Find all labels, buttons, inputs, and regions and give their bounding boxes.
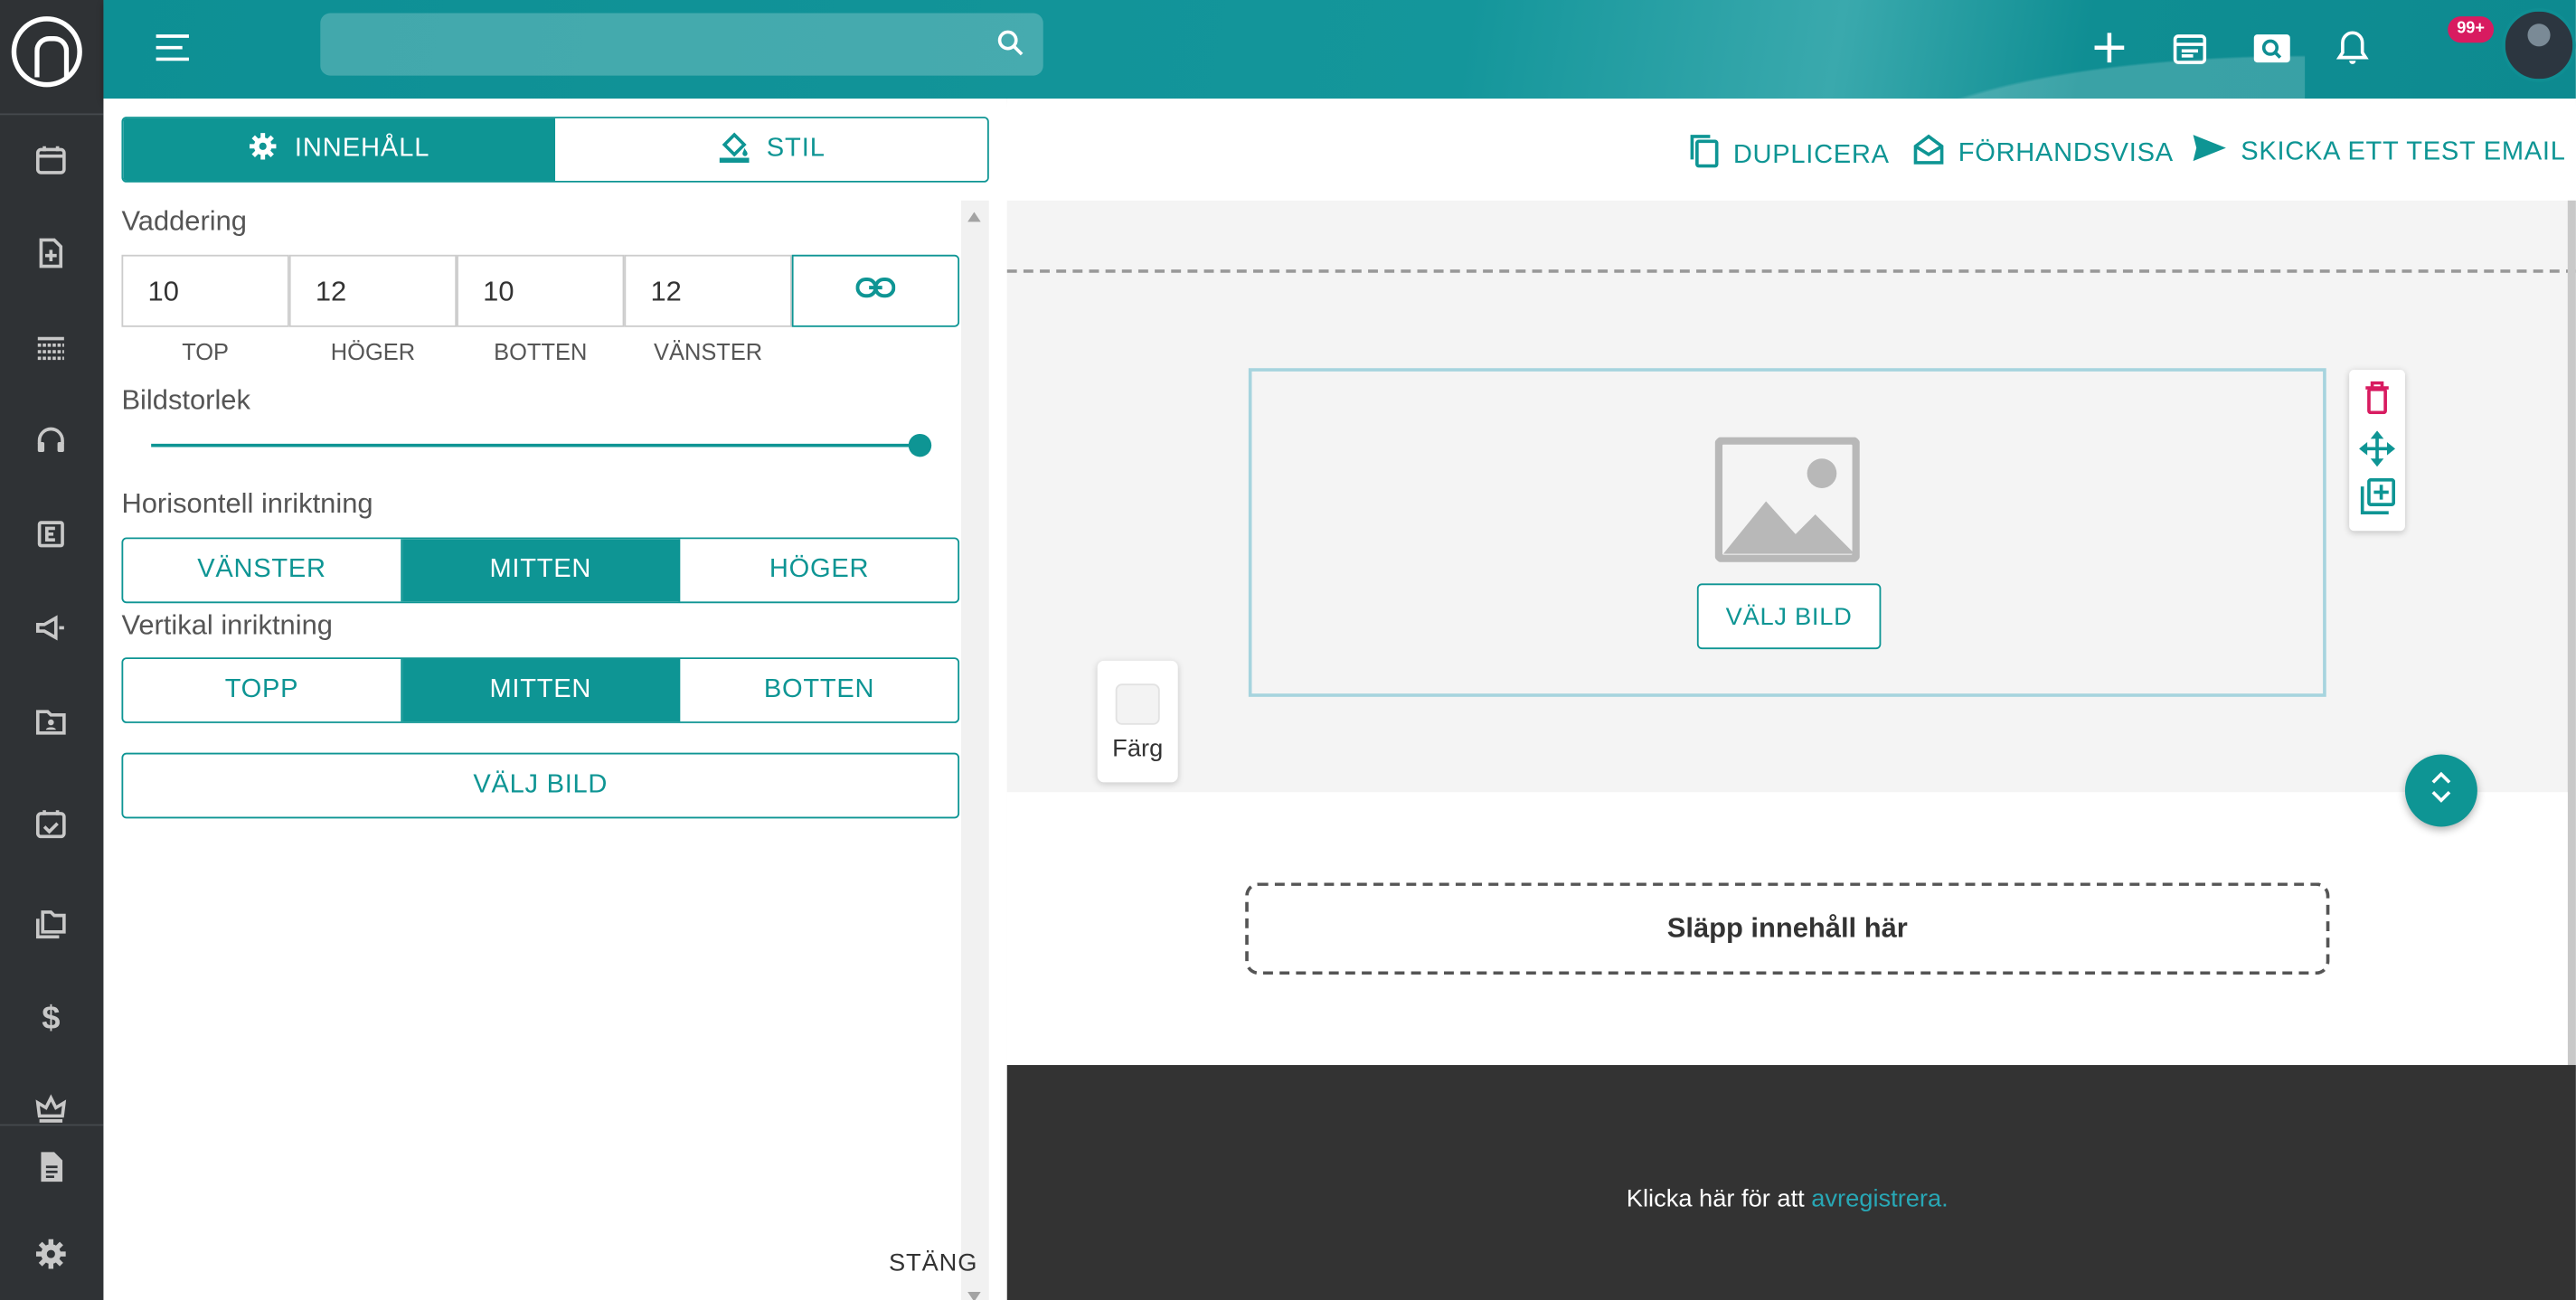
padding-left-label: VÄNSTER xyxy=(654,338,763,365)
plus-icon[interactable] xyxy=(2086,24,2132,71)
color-label: Färg xyxy=(1112,734,1164,763)
vertical-alignment-label: Vertikal inriktning xyxy=(121,609,333,642)
search-icon[interactable] xyxy=(997,30,1024,64)
add-document-icon[interactable] xyxy=(30,231,72,274)
properties-panel: INNEHÅLL STIL Vaddering 10 12 10 12 TOP … xyxy=(103,99,1007,1300)
megaphone-icon[interactable] xyxy=(30,607,72,649)
gear-icon xyxy=(249,131,278,169)
sidebar-divider xyxy=(0,113,104,116)
padding-bottom-input[interactable]: 10 xyxy=(457,254,625,327)
choose-image-button[interactable]: VÄLJ BILD xyxy=(121,752,960,819)
padding-right-input[interactable]: 12 xyxy=(288,254,458,327)
h-align-center-button[interactable]: MITTEN xyxy=(401,539,681,602)
n-logo-icon[interactable] xyxy=(11,16,82,88)
hamburger-menu-icon[interactable] xyxy=(153,28,193,68)
image-placeholder-icon xyxy=(1713,436,1861,570)
padding-right-label: HÖGER xyxy=(330,338,416,365)
send-test-label: SKICKA ETT TEST EMAIL xyxy=(2241,137,2566,165)
link-padding-button[interactable] xyxy=(791,254,960,327)
envelope-open-icon xyxy=(1912,133,1945,174)
image-block[interactable]: VÄLJ BILD xyxy=(1248,368,2326,697)
search-box-icon[interactable] xyxy=(2249,24,2295,71)
block-tools xyxy=(2349,370,2405,532)
tab-style-label: STIL xyxy=(766,135,826,163)
send-icon xyxy=(2192,133,2228,171)
padding-inputs: 10 12 10 12 xyxy=(121,254,960,327)
scroll-up-arrow-icon[interactable] xyxy=(967,212,981,222)
document-icon[interactable] xyxy=(30,1145,72,1188)
v-align-top-button[interactable]: TOPP xyxy=(123,659,402,722)
e-letter-icon[interactable] xyxy=(30,513,72,555)
link-icon xyxy=(855,276,896,307)
duplicate-label: DUPLICERA xyxy=(1732,140,1890,169)
canvas-scrollbar[interactable] xyxy=(2567,200,2576,1072)
padding-top-label: TOP xyxy=(182,338,230,365)
move-arrows-icon[interactable] xyxy=(2359,430,2396,467)
trash-icon[interactable] xyxy=(2359,380,2395,416)
close-button[interactable]: STÄNG xyxy=(889,1249,977,1277)
scroll-down-arrow-icon[interactable] xyxy=(967,1291,981,1300)
table-icon[interactable] xyxy=(30,325,72,368)
panel-tabs: INNEHÅLL STIL xyxy=(121,117,989,183)
choose-image-button[interactable]: VÄLJ BILD xyxy=(1696,583,1882,650)
copy-icon xyxy=(1687,133,1720,177)
crown-icon[interactable] xyxy=(30,1087,72,1129)
horizontal-alignment-group: VÄNSTER MITTEN HÖGER xyxy=(121,537,960,604)
email-canvas: VÄLJ BILD Färg Släpp innehåll här Klicka… xyxy=(1006,200,2576,1300)
footer-prefix: Klicka här för att xyxy=(1626,1184,1812,1213)
color-swatch[interactable] xyxy=(1115,683,1160,725)
headset-icon[interactable] xyxy=(30,419,72,462)
avatar[interactable] xyxy=(2502,8,2576,82)
duplicate-block-icon[interactable] xyxy=(2359,478,2396,515)
sidebar: $ xyxy=(0,0,104,1300)
slider-thumb[interactable] xyxy=(908,433,932,457)
email-footer: Klicka här för att avregistrera. xyxy=(1006,1065,2576,1300)
panel-scrollbar[interactable] xyxy=(960,200,989,1300)
v-align-bottom-button[interactable]: BOTTEN xyxy=(681,659,958,721)
dollar-icon[interactable]: $ xyxy=(30,998,72,1041)
horizontal-alignment-label: Horisontell inriktning xyxy=(121,487,373,520)
footer-text: Klicka här för att avregistrera. xyxy=(1007,1185,2568,1213)
color-picker[interactable]: Färg xyxy=(1097,660,1178,783)
image-size-label: Bildstorlek xyxy=(121,384,250,416)
unsubscribe-link[interactable]: avregistrera. xyxy=(1811,1185,1948,1213)
tab-style[interactable]: STIL xyxy=(555,118,987,181)
notification-badge: 99+ xyxy=(2448,16,2495,43)
gear-icon[interactable] xyxy=(30,1233,72,1276)
action-bar: DUPLICERA FÖRHANDSVISA SKICKA ETT TEST E… xyxy=(1006,99,2576,201)
v-align-middle-button[interactable]: MITTEN xyxy=(401,659,681,722)
padding-label: Vaddering xyxy=(121,205,247,237)
calendar-icon[interactable] xyxy=(30,138,72,181)
send-test-email-button[interactable]: SKICKA ETT TEST EMAIL xyxy=(2192,133,2566,171)
image-size-slider[interactable] xyxy=(151,433,932,457)
drop-zone[interactable]: Släpp innehåll här xyxy=(1245,882,2330,975)
search-input[interactable] xyxy=(320,13,1043,76)
preview-button[interactable]: FÖRHANDSVISA xyxy=(1912,133,2174,174)
expand-collapse-button[interactable] xyxy=(2404,754,2477,827)
padding-bottom-label: BOTTEN xyxy=(494,338,588,365)
padding-top-input[interactable]: 10 xyxy=(121,254,289,327)
calendar-check-icon[interactable] xyxy=(30,802,72,844)
folders-icon[interactable] xyxy=(30,902,72,945)
padding-left-input[interactable]: 12 xyxy=(624,254,792,327)
contact-folder-icon[interactable] xyxy=(30,700,72,742)
chevron-up-down-icon xyxy=(2430,768,2452,813)
tab-content[interactable]: INNEHÅLL xyxy=(123,118,556,181)
tab-content-label: INNEHÅLL xyxy=(294,135,430,163)
sidebar-divider xyxy=(0,1124,104,1126)
section-divider xyxy=(1006,269,2576,273)
vertical-alignment-group: TOPP MITTEN BOTTEN xyxy=(121,657,960,723)
duplicate-button[interactable]: DUPLICERA xyxy=(1687,133,1890,177)
top-bar: 99+ ? xyxy=(103,0,2576,99)
bell-icon[interactable] xyxy=(2329,24,2375,71)
h-align-right-button[interactable]: HÖGER xyxy=(681,539,958,601)
h-align-left-button[interactable]: VÄNSTER xyxy=(123,539,402,602)
preview-label: FÖRHANDSVISA xyxy=(1958,138,2174,167)
paint-bucket-icon xyxy=(717,129,750,170)
calendar-icon[interactable] xyxy=(2166,24,2213,71)
